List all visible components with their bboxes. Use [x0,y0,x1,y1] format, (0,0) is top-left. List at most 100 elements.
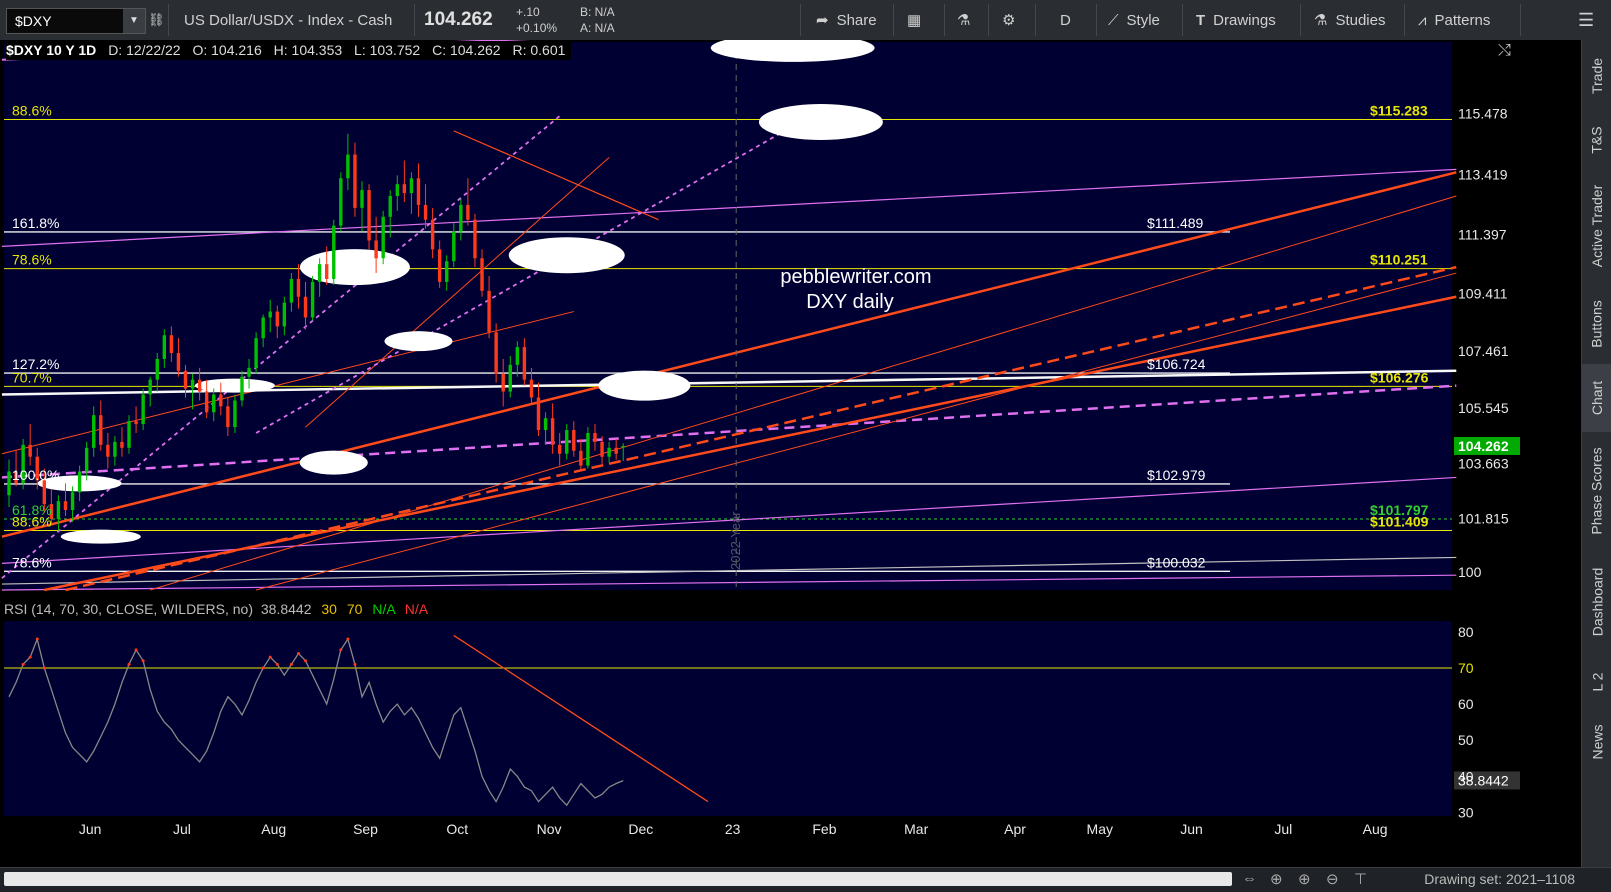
time-axis-tick: Aug [1363,821,1388,837]
ohlc-open: O: 104.216 [192,42,262,58]
candle-body [473,219,477,259]
sidebar-tab-buttons[interactable]: Buttons [1582,284,1611,364]
share-button[interactable]: ➦ Share [816,0,877,40]
right-sidebar: Trade T&S Active Trader Buttons Chart Ph… [1581,40,1611,867]
price-axis-tick: 105.545 [1458,400,1509,416]
candle-body [402,184,407,194]
rsi-overbought-point [275,662,279,666]
candle-body [113,441,117,457]
fib-level-price: $106.276 [1370,369,1429,385]
sidebar-tab-news[interactable]: News [1582,710,1611,774]
candle-body [332,225,336,279]
rsi-axis-tick: 30 [1458,804,1474,820]
highlight-ellipse [60,529,141,544]
ohlc-low: L: 103.752 [354,42,421,58]
rsi-axis-tick: 50 [1458,732,1474,748]
candle-body [176,353,181,371]
change-block: +.10 +0.10% [516,4,557,36]
sidebar-tab-active-trader[interactable]: Active Trader [1582,168,1611,284]
fib-level-pct: 70.7% [12,369,52,385]
drawings-button[interactable]: T Drawings [1196,0,1276,40]
symbol-value: $DXY [15,13,52,29]
fib-level-pct: 161.8% [12,215,59,231]
highlight-ellipse [508,237,625,274]
candle-body [134,421,138,425]
ohlc-range: R: 0.601 [512,42,566,58]
rsi-axis-tick: 60 [1458,696,1474,712]
chart-svg[interactable]: 88.6% $115.283 161.8% $111.489 78.6% $110.251… [0,32,1581,867]
horizontal-scrollbar[interactable] [4,872,1232,886]
studies-lab-button[interactable]: ⚗ [957,0,970,40]
drawing-tool-icon[interactable]: ⊤ [1354,870,1367,888]
divider [1300,4,1301,36]
candle-body [84,447,89,472]
candle-body [430,219,435,250]
candle-body [515,347,520,365]
rsi-overbought-point [141,659,145,663]
candle-body [28,444,32,457]
candle-body [275,311,279,327]
year-label: 2022 Year [728,511,743,570]
rsi-header: RSI (14, 70, 30, CLOSE, WILDERS, no) 38.… [4,599,433,619]
link-icon[interactable]: ⛓ [148,0,165,40]
candle-body [339,178,343,226]
patterns-button[interactable]: ⩘ Patterns [1418,0,1490,40]
time-axis-tick: 23 [725,821,741,837]
candle-body [423,204,428,220]
crosshair-toggle-icon[interactable]: ⤭ [1498,42,1511,60]
sidebar-tab-dashboard[interactable]: Dashboard [1582,550,1611,654]
candle-body [480,258,484,291]
fib-level-pct: 78.6% [12,252,52,268]
style-button[interactable]: ⟋ Style [1108,0,1160,40]
ohlc-high: H: 104.353 [273,42,343,58]
candle-body [92,415,96,448]
time-axis-tick: Jul [173,821,191,837]
period-button[interactable]: D [1060,0,1071,40]
candle-body [77,471,82,493]
fib-level-price: $101.409 [1370,513,1429,529]
price-header: $DXY 10 Y 1D D: 12/22/22 O: 104.216 H: 1… [6,41,572,60]
text-tool-icon: T [1196,11,1206,29]
candle-body [197,379,202,392]
flexible-grid-button[interactable]: ▦ [907,0,921,40]
chart-area[interactable]: 88.6% $115.283 161.8% $111.489 78.6% $110.251… [0,32,1581,867]
sidebar-tab-ts[interactable]: T&S [1582,112,1611,168]
candle-body [346,154,350,179]
sidebar-tab-trade[interactable]: Trade [1582,40,1611,112]
drawing-set-label[interactable]: Drawing set: 2021–1108 [1424,871,1575,887]
candle-body [106,444,110,457]
menu-icon[interactable]: ☰ [1578,0,1594,40]
candle-body [579,450,583,466]
rsi-overbought: 70 [346,601,363,617]
crosshair-icon[interactable]: ⊕ [1270,870,1283,888]
candle-body [459,204,463,232]
zoom-out-icon[interactable]: ⊖ [1326,870,1339,888]
gear-icon: ⚙ [1002,12,1016,29]
sidebar-tab-phase-scores[interactable]: Phase Scores [1582,432,1611,550]
candle-body [593,433,597,442]
rsi-overbought-point [353,662,357,666]
fib-level-pct: 78.6% [12,554,52,570]
fib-level-pct: 88.6% [12,103,52,119]
candle-body [162,335,167,359]
candle-body [367,190,371,241]
candle-body [289,278,294,303]
symbol-input[interactable]: $DXY ▼ [6,8,146,34]
zoom-in-icon[interactable]: ⊕ [1298,870,1311,888]
candle-body [254,338,258,368]
candle-body [388,196,392,217]
pan-icon[interactable]: ⇔ [1242,870,1257,887]
time-axis-tick: Feb [812,821,836,837]
sidebar-tab-chart[interactable]: Chart [1582,364,1611,432]
fib-level-price: $102.979 [1147,467,1206,483]
sidebar-tab-l2[interactable]: L 2 [1582,654,1611,710]
last-price: 104.262 [424,9,493,30]
rsi-overbought-point [268,655,272,659]
symbol-description: US Dollar/USDX - Index - Cash [184,11,393,29]
settings-button[interactable]: ⚙ [1002,0,1015,40]
time-axis-tick: Dec [628,821,653,837]
symbol-dropdown-icon[interactable]: ▼ [123,9,145,33]
watermark-line: DXY daily [806,291,893,313]
studies-button[interactable]: ⚗ Studies [1314,0,1386,40]
candle-body [550,418,555,445]
